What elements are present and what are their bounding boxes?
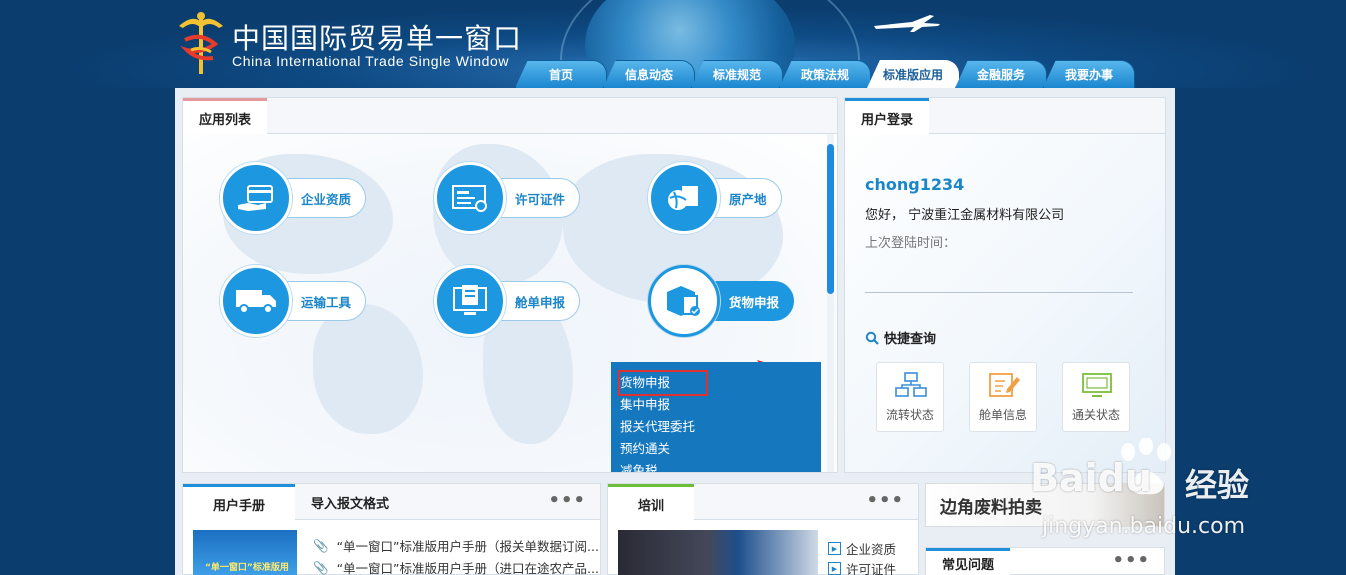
dropdown-item-cargo-declaration[interactable]: 货物申报 [618, 370, 708, 396]
app-transport[interactable]: 运输工具 [220, 265, 367, 337]
quick-link-label: 流转状态 [885, 408, 934, 422]
certificate-icon [434, 162, 506, 234]
faq-panel: 常见问题 ••• [925, 547, 1165, 575]
nav-tab-finance[interactable]: 金融服务 [955, 60, 1047, 88]
divider [865, 292, 1133, 293]
tab-user-login[interactable]: 用户登录 [845, 98, 930, 135]
more-button[interactable]: ••• [548, 490, 586, 511]
cargo-declaration-dropdown: 货物申报 集中申报 报关代理委托 预约通关 减免税 [611, 362, 821, 472]
apps-scrollbar[interactable] [827, 144, 834, 294]
last-login-label: 上次登陆时间： [865, 236, 957, 251]
tab-user-manual[interactable]: 用户手册 [183, 484, 296, 521]
manual-item-title: “单一窗口”标准版用户手册（报关单数据订阅... [336, 539, 599, 554]
manual-tabstrip: 用户手册 导入报文格式 ••• [183, 484, 600, 521]
dropdown-item-centralized-declaration[interactable]: 集中申报 [620, 394, 821, 416]
tab-app-list[interactable]: 应用列表 [183, 98, 268, 135]
nav-tab-home[interactable]: 首页 [515, 60, 607, 88]
username: chong1234 [865, 175, 965, 194]
tab-training[interactable]: 培训 [608, 484, 695, 521]
quick-query-title: 快捷查询 [865, 328, 936, 347]
manual-item[interactable]: 📎 “单一窗口”标准版用户手册（进口在途农产品... [313, 558, 599, 575]
manual-panel: 用户手册 导入报文格式 ••• “单一窗口”标准版用户手册 📎 “单一窗口”标准… [182, 483, 601, 575]
paperclip-icon: 📎 [313, 537, 329, 553]
truck-icon [220, 265, 292, 337]
tab-faq[interactable]: 常见问题 [926, 548, 1011, 575]
manual-thumbnail[interactable]: “单一窗口”标准版用户手册 [193, 530, 297, 575]
training-link-label: 企业资质 [846, 542, 897, 557]
app-cargo-declaration[interactable]: 货物申报 [648, 265, 795, 337]
training-link-label: 许可证件 [846, 562, 897, 575]
main-nav: 首页 信息动态 标准规范 政策法规 标准版应用 金融服务 我要办事 [515, 60, 1135, 88]
manual-item-title: “单一窗口”标准版用户手册（进口在途农产品... [336, 561, 599, 575]
quick-link-flow-status[interactable]: 流转状态 [876, 362, 944, 432]
play-icon: ▶ [828, 562, 841, 575]
site-subtitle: China International Trade Single Window [232, 53, 510, 69]
nav-tab-standards[interactable]: 标准规范 [691, 60, 783, 88]
customs-emblem-icon [179, 12, 223, 74]
thumbnail-caption: “单一窗口”标准版用户手册 [205, 563, 289, 573]
quick-link-label: 通关状态 [1071, 408, 1120, 422]
nav-tab-policies[interactable]: 政策法规 [779, 60, 871, 88]
training-link[interactable]: ▶ 许可证件 [828, 559, 896, 575]
login-panel: 用户登录 chong1234 您好， 宁波重江金属材料有限公司 上次登陆时间： … [844, 97, 1166, 473]
paperclip-icon: 📎 [313, 559, 329, 575]
monitor-doc-icon [434, 265, 506, 337]
quick-link-clearance-status[interactable]: 通关状态 [1062, 362, 1130, 432]
globe-doc-icon [648, 162, 720, 234]
apps-body: 企业资质 许可证件 原产地 运输工具 舱单申报 货物申报 货物申报 集中申报 报… [183, 134, 837, 472]
app-enterprise-qualification[interactable]: 企业资质 [220, 162, 367, 234]
greeting-text: 您好， 宁波重江金属材料有限公司 [865, 208, 1065, 223]
airplane-icon [874, 15, 940, 32]
dropdown-item-customs-agent[interactable]: 报关代理委托 [620, 416, 821, 438]
quick-link-manifest-info[interactable]: 舱单信息 [969, 362, 1037, 432]
manual-item[interactable]: 📎 “单一窗口”标准版用户手册（报关单数据订阅... [313, 536, 599, 555]
app-manifest[interactable]: 舱单申报 [434, 265, 581, 337]
training-panel: 培训 ••• ▶ 企业资质 ▶ 许可证件 [607, 483, 919, 575]
play-icon: ▶ [828, 542, 841, 555]
quick-link-label: 舱单信息 [978, 408, 1027, 422]
quick-query-label: 快捷查询 [884, 332, 937, 347]
apps-panel: 应用列表 企业资质 许可证件 原产地 运输工具 舱单申报 货物申报 货物申报 集… [182, 97, 838, 473]
edit-doc-icon [989, 373, 1020, 397]
site-title: 中国国际贸易单一窗口 [232, 22, 523, 55]
nav-tab-news[interactable]: 信息动态 [603, 60, 695, 88]
more-button[interactable]: ••• [1112, 550, 1150, 571]
monitor-icon [1082, 373, 1112, 397]
login-body: chong1234 您好， 宁波重江金属材料有限公司 上次登陆时间： 快捷查询 … [845, 134, 1165, 472]
nav-tab-services[interactable]: 我要办事 [1043, 60, 1135, 88]
tab-import-format[interactable]: 导入报文格式 [295, 484, 405, 520]
app-origin[interactable]: 原产地 [648, 162, 782, 234]
nav-tab-standard-apps[interactable]: 标准版应用 [867, 60, 959, 88]
main-content: 应用列表 企业资质 许可证件 原产地 运输工具 舱单申报 货物申报 货物申报 集… [175, 88, 1175, 575]
site-header: 中国国际贸易单一窗口 China International Trade Sin… [0, 0, 1346, 88]
scrap-auction-banner[interactable]: 边角废料拍卖 [925, 483, 1165, 527]
dropdown-item-appointment-clearance[interactable]: 预约通关 [620, 438, 821, 460]
login-tabstrip: 用户登录 [845, 98, 1165, 135]
training-tabstrip: 培训 ••• [608, 484, 918, 521]
training-link[interactable]: ▶ 企业资质 [828, 539, 896, 558]
search-icon [865, 331, 879, 345]
more-button[interactable]: ••• [866, 490, 904, 511]
app-license[interactable]: 许可证件 [434, 162, 581, 234]
training-image[interactable] [618, 530, 818, 575]
network-icon [895, 372, 927, 397]
banner-text: 边角废料拍卖 [940, 497, 1042, 518]
apps-tabstrip: 应用列表 [183, 98, 837, 135]
dropdown-item-tax-reduction[interactable]: 减免税 [620, 460, 821, 472]
card-hand-icon [220, 162, 292, 234]
cargo-box-icon [648, 265, 720, 337]
